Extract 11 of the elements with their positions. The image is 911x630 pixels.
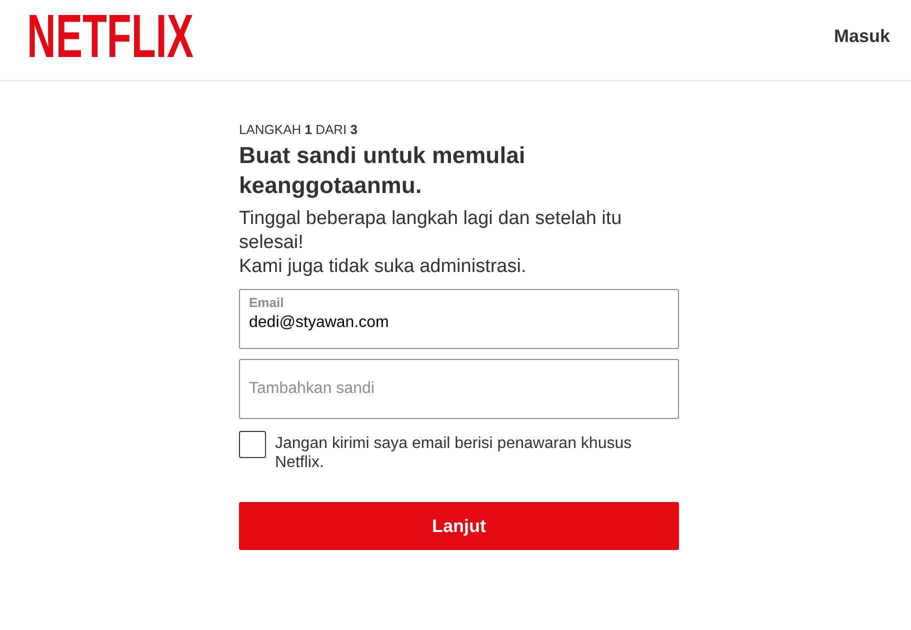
sign-in-link[interactable]: Masuk xyxy=(834,24,890,46)
continue-button[interactable]: Lanjut xyxy=(239,502,679,550)
field-label: Email xyxy=(249,295,284,310)
brand-logo[interactable]: NETFLIX xyxy=(27,14,194,58)
password-field[interactable]: Tambahkan sandi xyxy=(239,359,679,419)
checkbox-label: Jangan kirimi saya email berisi penawaran khusus Netflix. xyxy=(275,434,633,472)
checkbox[interactable] xyxy=(239,431,266,458)
description-text: Kami juga tidak suka administrasi. xyxy=(239,255,528,279)
page-heading: Buat sandi untuk memulai keanggotaanmu. xyxy=(239,141,526,200)
description-text: Tinggal beberapa langkah lagi dan setelah itu selesai! xyxy=(239,207,623,255)
step-indicator: LANGKAH 1 DARI 3 xyxy=(239,122,359,138)
